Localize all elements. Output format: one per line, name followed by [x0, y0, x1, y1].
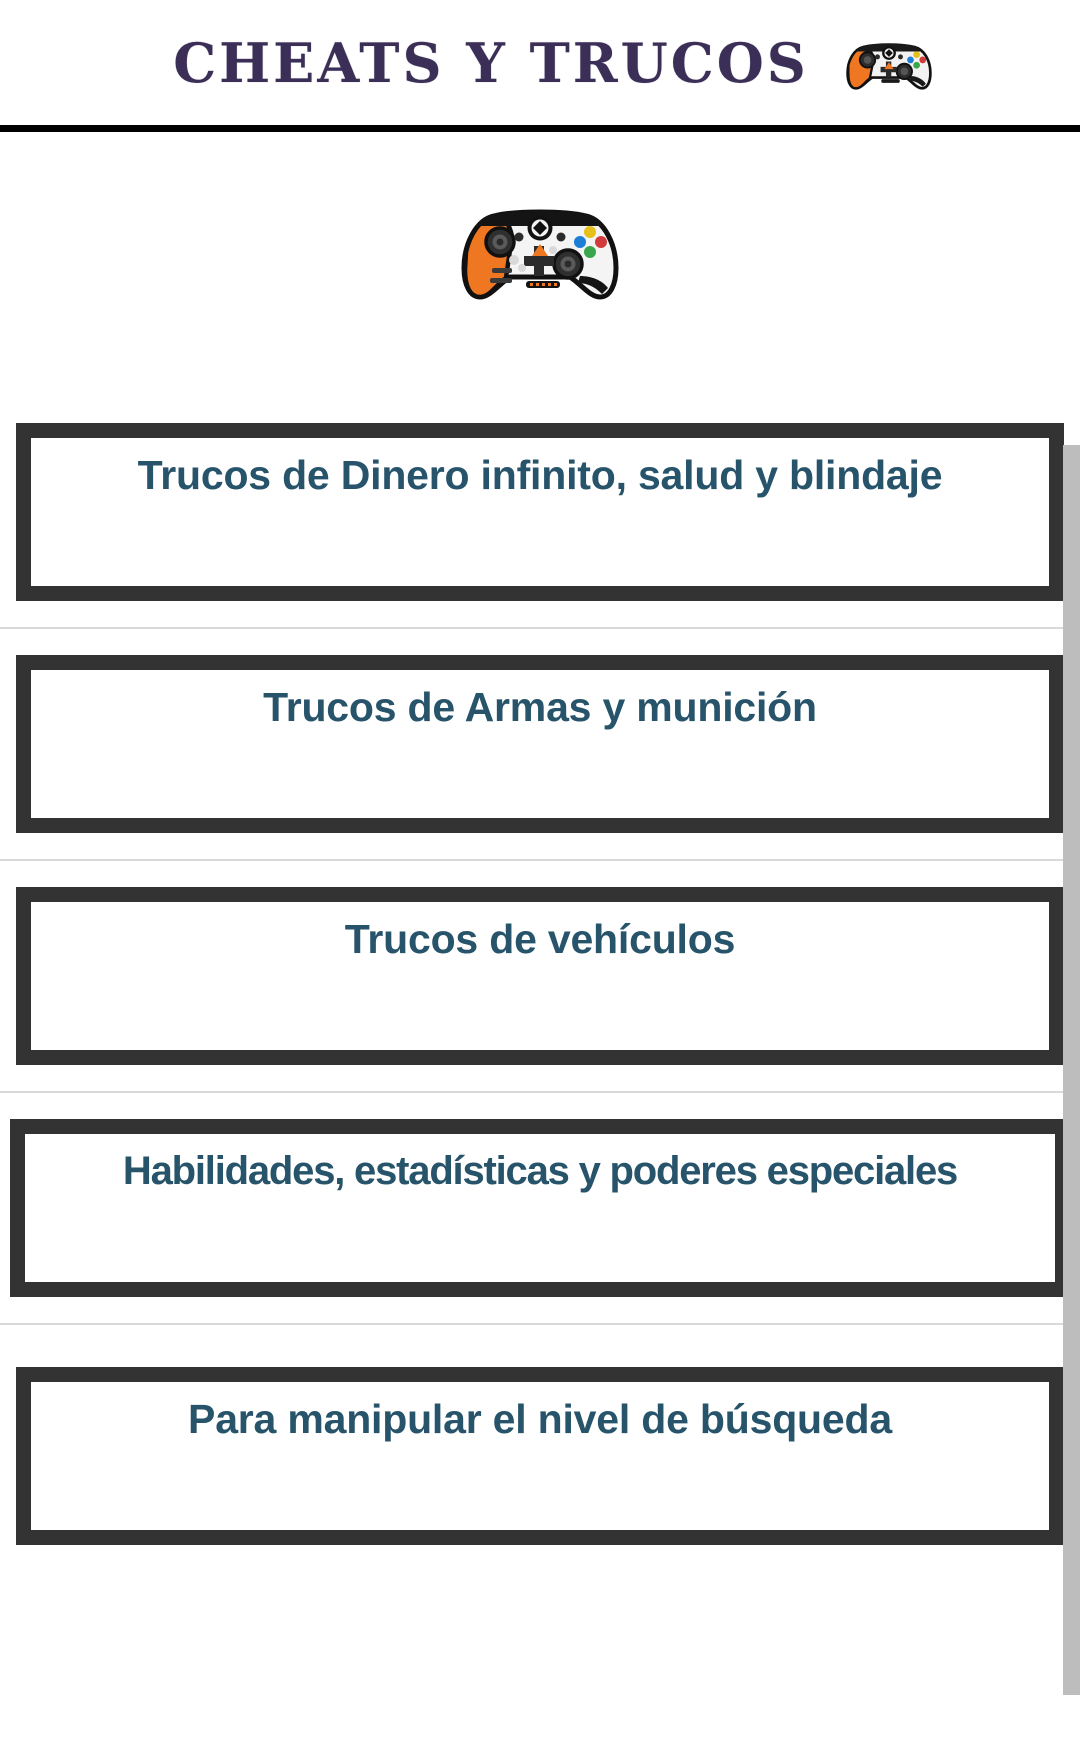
app-header: CHEATS Y TRUCOS	[0, 0, 1080, 125]
cheat-category-list[interactable]: Trucos de Dinero infinito, salud y blind…	[0, 397, 1080, 1748]
cheat-card-label: Para manipular el nivel de búsqueda	[188, 1396, 892, 1442]
app-header-content: CHEATS Y TRUCOS	[173, 28, 935, 98]
xbox-controller-icon	[846, 42, 932, 90]
hero-section	[0, 132, 1080, 397]
list-item[interactable]: Trucos de Dinero infinito, salud y blind…	[0, 397, 1080, 629]
cheat-card-vehicles[interactable]: Trucos de vehículos	[16, 887, 1064, 1065]
cheat-card-money[interactable]: Trucos de Dinero infinito, salud y blind…	[16, 423, 1064, 601]
list-item[interactable]: Trucos de vehículos	[0, 861, 1080, 1093]
scrollbar-thumb[interactable]	[1063, 445, 1080, 1695]
cheat-card-label: Trucos de Armas y munición	[263, 684, 817, 730]
xbox-controller-image	[461, 208, 619, 300]
cheat-card-label: Habilidades, estadísticas y poderes espe…	[122, 1149, 958, 1193]
cheat-card-label: Trucos de vehículos	[344, 916, 736, 962]
page-title: CHEATS Y TRUCOS	[173, 30, 809, 95]
cheat-card-weapons[interactable]: Trucos de Armas y munición	[16, 655, 1064, 833]
cheat-card-wanted-level[interactable]: Para manipular el nivel de búsqueda	[16, 1367, 1064, 1545]
cheat-card-label: Trucos de Dinero infinito, salud y blind…	[137, 452, 943, 498]
list-item[interactable]: Para manipular el nivel de búsqueda	[0, 1325, 1080, 1587]
list-item[interactable]: Habilidades, estadísticas y poderes espe…	[0, 1093, 1080, 1325]
cheat-card-abilities[interactable]: Habilidades, estadísticas y poderes espe…	[10, 1119, 1070, 1297]
header-divider	[0, 125, 1080, 132]
list-item[interactable]: Trucos de Armas y munición	[0, 629, 1080, 861]
scrollbar[interactable]	[1063, 397, 1080, 1748]
